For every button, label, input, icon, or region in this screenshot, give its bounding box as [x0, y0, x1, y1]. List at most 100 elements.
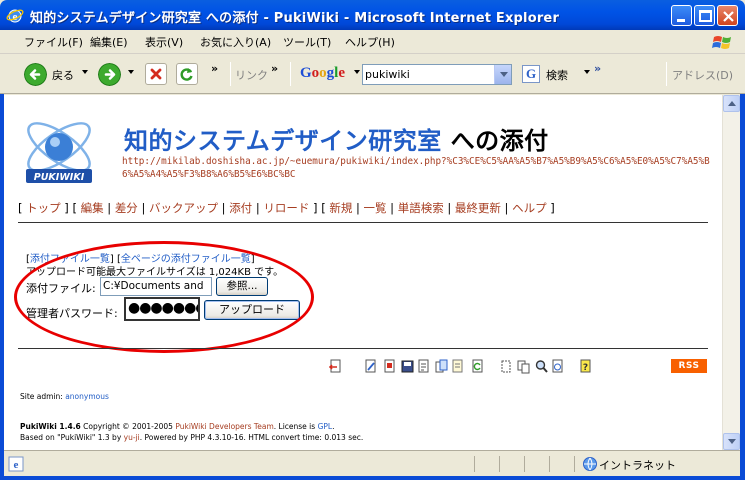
menu-help[interactable]: ヘルプ(H)	[345, 34, 395, 50]
page-title: 知的システムデザイン研究室 への添付	[124, 121, 549, 156]
minimize-icon	[677, 19, 685, 22]
footer-text: Based on "PukiWiki" 1.3 by	[20, 433, 124, 442]
status-bar: e イントラネット	[4, 450, 740, 476]
toolbar-more-icon[interactable]: »	[211, 62, 218, 75]
page-action-icons: ?	[329, 359, 649, 375]
list-icon[interactable]	[517, 359, 530, 374]
refresh-icon	[180, 68, 193, 81]
toolbar: 戻る » リンク » Google G 検索 » アドレス(D)	[0, 54, 745, 94]
google-more-icon[interactable]: »	[594, 62, 601, 75]
maximize-icon	[699, 10, 712, 22]
forward-arrow-icon[interactable]	[98, 63, 121, 86]
google-search-combo[interactable]	[362, 64, 512, 85]
nav-reload-link[interactable]: リロード	[263, 201, 309, 215]
search-icon[interactable]	[535, 359, 548, 374]
links-label[interactable]: リンク	[235, 67, 268, 83]
nav-backup-link[interactable]: バックアップ	[149, 201, 218, 215]
nav-bracket: [	[18, 201, 27, 215]
status-separator	[549, 456, 550, 472]
status-separator	[524, 456, 525, 472]
menu-favorites[interactable]: お気に入り(A)	[200, 34, 271, 50]
address-bar-label[interactable]: アドレス(D)	[672, 67, 733, 83]
page-title-suffix: への添付	[441, 127, 549, 155]
page-status-icon: e	[8, 456, 24, 472]
developers-team-link[interactable]: PukiWiki Developers Team	[175, 422, 273, 431]
ie-icon: e	[6, 9, 24, 23]
search-options-dropdown-icon[interactable]	[584, 70, 590, 74]
nav-top-link[interactable]: トップ	[26, 201, 61, 215]
site-admin-link[interactable]: anonymous	[65, 392, 109, 401]
menu-edit[interactable]: 編集(E)	[90, 34, 128, 50]
nav-help-link[interactable]: ヘルプ	[512, 201, 547, 215]
menu-file[interactable]: ファイル(F)	[24, 34, 83, 50]
footer-text: .	[332, 422, 335, 431]
google-search-button[interactable]: 検索	[546, 67, 568, 83]
close-button[interactable]	[717, 5, 738, 26]
status-separator	[474, 456, 475, 472]
rename-icon[interactable]	[451, 359, 464, 374]
windows-flag-icon	[712, 36, 731, 49]
pukiwiki-version: PukiWiki 1.4.6	[20, 422, 81, 431]
nav-list-link[interactable]: 一覧	[364, 201, 387, 215]
diff-icon[interactable]	[383, 359, 396, 374]
help-icon[interactable]: ?	[579, 359, 592, 374]
page-url: http://mikilab.doshisha.ac.jp/~euemura/p…	[122, 156, 710, 180]
reload-icon[interactable]	[471, 359, 484, 374]
stop-button[interactable]	[145, 63, 167, 85]
title-bar[interactable]: e 知的システムデザイン研究室 への添付 - PukiWiki - Micros…	[0, 0, 745, 30]
edit-icon[interactable]	[364, 359, 377, 374]
menu-view[interactable]: 表示(V)	[145, 34, 183, 50]
scroll-up-button[interactable]	[723, 95, 740, 112]
ie-window: e 知的システムデザイン研究室 への添付 - PukiWiki - Micros…	[0, 0, 745, 480]
menu-tools[interactable]: ツール(T)	[283, 34, 331, 50]
copy-icon[interactable]	[435, 359, 448, 374]
footer-text: . License is	[273, 422, 318, 431]
nav-search-link[interactable]: 単語検索	[398, 201, 444, 215]
back-button-label[interactable]: 戻る	[52, 67, 74, 83]
new-page-icon[interactable]	[499, 359, 512, 374]
footer-line-2: Based on "PukiWiki" 1.3 by yu-ji. Powere…	[20, 432, 363, 443]
links-more-icon[interactable]: »	[271, 62, 278, 75]
status-separator	[574, 456, 575, 472]
author-link[interactable]: yu-ji	[124, 433, 140, 442]
nav-attach-link[interactable]: 添付	[229, 201, 252, 215]
logo-text: PUKIWIKI	[34, 172, 85, 183]
nav-edit-link[interactable]: 編集	[81, 201, 104, 215]
google-menu-dropdown-icon[interactable]	[354, 70, 360, 74]
attach-icon[interactable]	[417, 359, 430, 374]
google-logo-icon[interactable]: Google	[300, 65, 345, 82]
nav-bracket: ]	[60, 201, 73, 215]
nav-recent-link[interactable]: 最終更新	[455, 201, 501, 215]
rss-badge[interactable]: RSS	[671, 359, 707, 373]
close-icon	[723, 11, 734, 22]
footer-line-1: PukiWiki 1.4.6 Copyright © 2001-2005 Puk…	[20, 421, 363, 432]
gpl-link[interactable]: GPL	[318, 422, 333, 431]
svg-text:?: ?	[583, 363, 588, 373]
nav-new-link[interactable]: 新規	[329, 201, 352, 215]
toolbar-separator	[230, 62, 231, 86]
pukiwiki-logo[interactable]: PUKIWIKI	[18, 113, 100, 187]
vertical-scrollbar[interactable]	[722, 95, 740, 450]
forward-dropdown-icon[interactable]	[128, 70, 134, 74]
google-search-icon[interactable]: G	[522, 65, 540, 83]
refresh-button[interactable]	[176, 63, 198, 85]
nav-diff-link[interactable]: 差分	[115, 201, 138, 215]
nav-bracket: ]	[546, 201, 555, 215]
page-nav: [ トップ ] [ 編集 | 差分 | バックアップ | 添付 | リロード ]…	[18, 201, 555, 215]
header-divider	[18, 222, 708, 223]
scroll-down-button[interactable]	[723, 433, 740, 450]
window-title: 知的システムデザイン研究室 への添付 - PukiWiki - Microsof…	[30, 11, 560, 26]
search-history-dropdown-icon[interactable]	[494, 65, 511, 84]
window-frame-right	[740, 30, 745, 480]
status-separator	[499, 456, 500, 472]
site-admin-label: Site admin:	[20, 392, 66, 401]
top-page-icon[interactable]	[329, 359, 342, 374]
page-title-link[interactable]: 知的システムデザイン研究室	[124, 127, 442, 155]
minimize-button[interactable]	[671, 5, 692, 26]
google-search-input[interactable]	[365, 66, 493, 83]
back-dropdown-icon[interactable]	[82, 70, 88, 74]
back-arrow-icon[interactable]	[24, 63, 47, 86]
backup-icon[interactable]	[401, 359, 414, 374]
maximize-button[interactable]	[694, 5, 715, 26]
recent-changes-icon[interactable]	[551, 359, 564, 374]
